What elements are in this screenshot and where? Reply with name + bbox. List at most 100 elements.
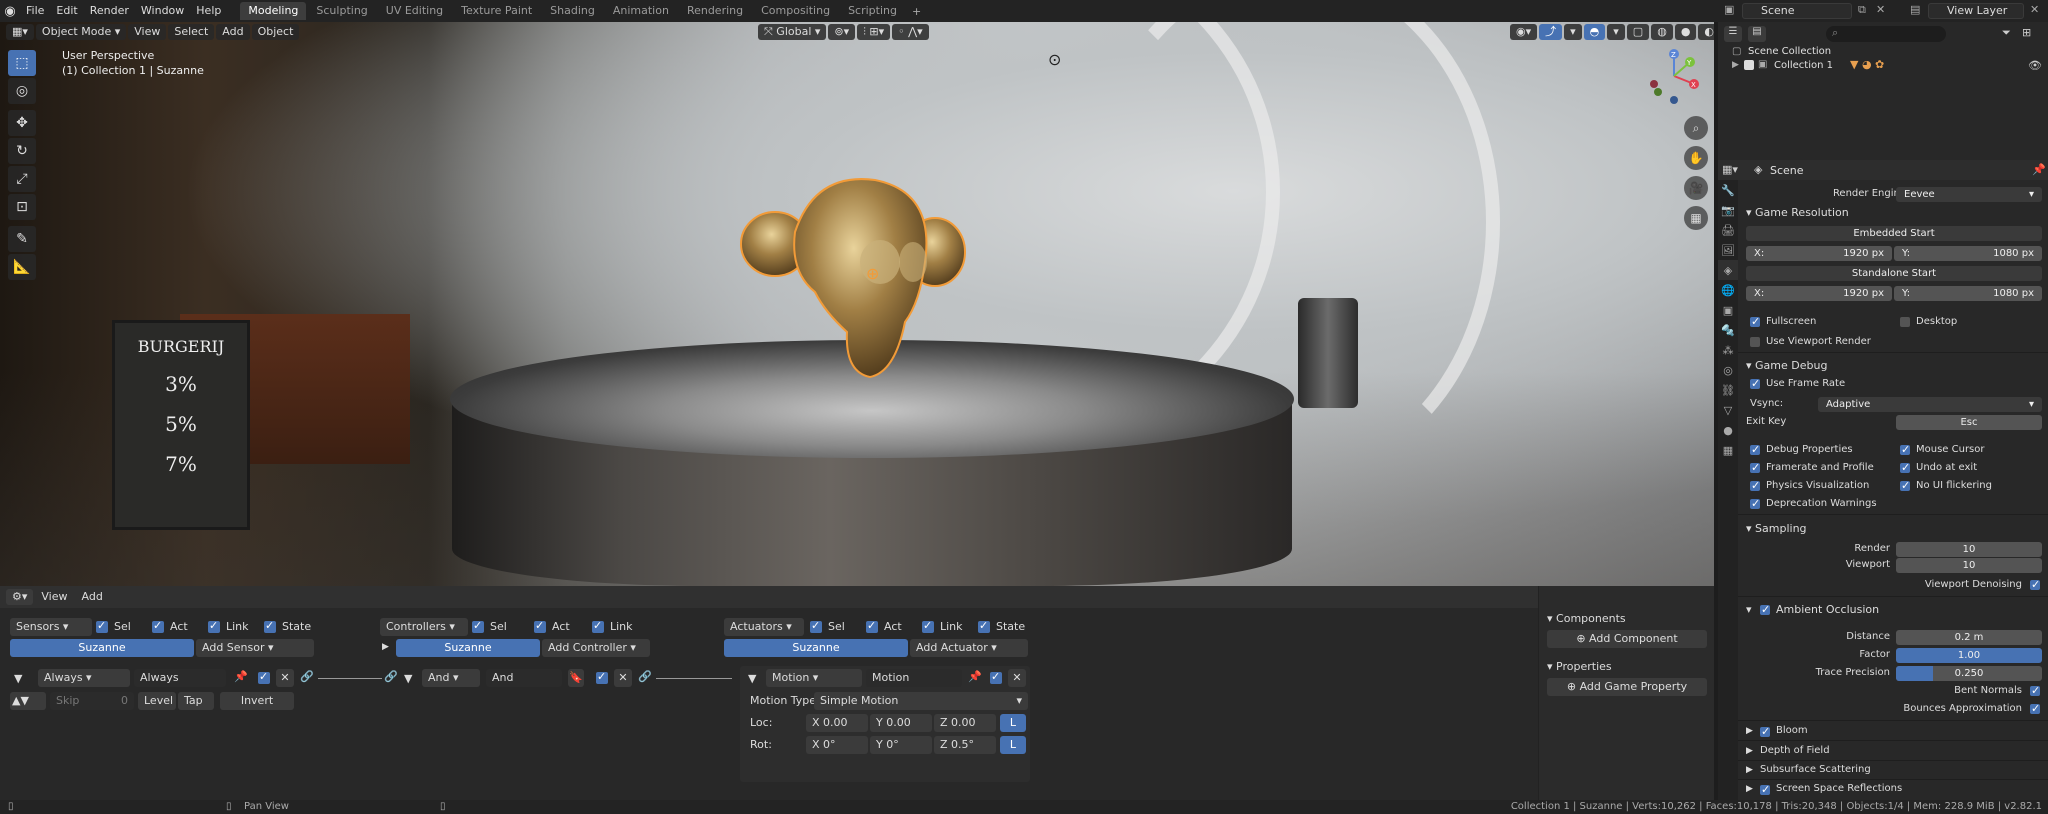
workspace-tab-sculpting[interactable]: Sculpting	[308, 2, 375, 20]
mouse-cursor-checkbox[interactable]	[1900, 443, 1910, 456]
suzanne-object[interactable]	[735, 172, 975, 382]
ambient-occlusion-checkbox[interactable]	[1760, 603, 1770, 616]
outliner-search-input[interactable]: ⌕	[1826, 26, 1946, 42]
add-game-property-button[interactable]: ⊕ Add Game Property	[1547, 678, 1707, 696]
pan-hand-icon[interactable]: ✋	[1684, 146, 1708, 170]
xray-toggle-icon[interactable]: ▢	[1626, 24, 1650, 40]
workspace-tab-modeling[interactable]: Modeling	[240, 2, 307, 20]
outliner-collection-1[interactable]: Collection 1	[1774, 60, 1833, 71]
bounces-approximation-checkbox[interactable]	[2030, 702, 2040, 715]
menu-render[interactable]: Render	[84, 0, 135, 22]
controller-name-field[interactable]: And	[486, 669, 562, 687]
logic-editor-type-icon[interactable]: ⚙▾	[6, 589, 34, 605]
controllers-sel-checkbox[interactable]	[472, 619, 484, 633]
loc-x-field[interactable]: X 0.00	[806, 714, 868, 732]
world-tab-icon[interactable]: 🌐	[1718, 280, 1738, 300]
embedded-start-button[interactable]: Embedded Start	[1746, 226, 2042, 241]
bloom-checkbox[interactable]	[1760, 725, 1770, 738]
cursor-tool-icon[interactable]: ◎	[8, 78, 36, 104]
bent-normals-checkbox[interactable]	[2030, 684, 2040, 697]
outliner-display-mode-icon[interactable]: ▤	[1748, 26, 1766, 42]
standalone-res-x-field[interactable]: X: 1920 px	[1746, 286, 1892, 301]
sensor-level-button[interactable]: Level	[138, 692, 176, 710]
remove-view-layer-icon[interactable]: ✕	[2030, 3, 2039, 16]
sensor-collapse-icon[interactable]: ▼	[14, 672, 22, 685]
overlays-dropdown-icon[interactable]: ▾	[1607, 24, 1625, 40]
workspace-tab-uv-editing[interactable]: UV Editing	[378, 2, 451, 20]
visibility-eye-icon[interactable]: 👁	[2028, 59, 2042, 72]
scene-selector[interactable]: Scene	[1742, 3, 1852, 19]
desktop-checkbox[interactable]	[1900, 317, 1910, 327]
data-tab-icon[interactable]: ▽	[1718, 400, 1738, 420]
perspective-toggle-icon[interactable]: ▦	[1684, 206, 1708, 230]
loc-y-field[interactable]: Y 0.00	[870, 714, 932, 732]
motion-type-dropdown[interactable]: Simple Motion ▾	[814, 692, 1028, 710]
rot-z-field[interactable]: Z 0.5°	[934, 736, 996, 754]
outliner-editor-type-icon[interactable]: ☰	[1724, 26, 1742, 42]
controllers-object-button[interactable]: Suzanne	[396, 639, 540, 657]
sensors-act-checkbox[interactable]	[152, 619, 164, 633]
loc-z-field[interactable]: Z 0.00	[934, 714, 996, 732]
viewport-menu-add[interactable]: Add	[216, 24, 250, 40]
actuators-act-checkbox[interactable]	[866, 619, 878, 633]
actuator-collapse-icon[interactable]: ▼	[748, 672, 756, 685]
zoom-icon[interactable]: ⌕	[1684, 116, 1708, 140]
actuators-state-checkbox[interactable]	[978, 619, 990, 633]
sampling-panel-header[interactable]: ▾ Sampling	[1746, 522, 1807, 535]
tool-tab-icon[interactable]: 🔧	[1718, 180, 1738, 200]
add-component-button[interactable]: ⊕ Add Component	[1547, 630, 1707, 648]
viewport-denoising-checkbox[interactable]	[2030, 578, 2040, 591]
game-properties-header[interactable]: ▾ Properties	[1547, 660, 1612, 673]
controllers-act-checkbox[interactable]	[534, 619, 546, 633]
debug-properties-checkbox[interactable]	[1750, 443, 1760, 456]
3d-cursor-icon[interactable]: ⊙	[1048, 50, 1061, 69]
actuators-link-checkbox[interactable]	[922, 619, 934, 633]
bloom-panel-header[interactable]: ▶	[1746, 726, 1753, 736]
viewport-samples-field[interactable]: 10	[1896, 558, 2042, 573]
sensor-skip-field[interactable]: Skip 0	[50, 692, 134, 710]
particles-tab-icon[interactable]: ⁂	[1718, 340, 1738, 360]
controller-remove-icon[interactable]: ✕	[614, 669, 632, 687]
workspace-tab-scripting[interactable]: Scripting	[840, 2, 905, 20]
viewport-menu-select[interactable]: Select	[168, 24, 215, 40]
object-tab-icon[interactable]: ▣	[1718, 300, 1738, 320]
sensor-active-checkbox[interactable]	[258, 670, 270, 684]
sensor-name-field[interactable]: Always	[134, 669, 226, 687]
ao-distance-field[interactable]: 0.2 m	[1896, 630, 2042, 645]
select-box-tool-icon[interactable]: ⬚	[8, 50, 36, 76]
menu-file[interactable]: File	[20, 0, 50, 22]
sensor-invert-button[interactable]: Invert	[220, 692, 294, 710]
view-layer-tab-icon[interactable]: 🖼	[1718, 240, 1738, 260]
scene-tab-icon[interactable]: ◈	[1718, 260, 1738, 280]
navigation-gizmo[interactable]: Z Y X	[1644, 46, 1704, 106]
controller-output-link-icon[interactable]: 🔗	[638, 670, 652, 683]
ssr-checkbox[interactable]	[1760, 783, 1770, 796]
solid-shading-icon[interactable]: ●	[1674, 24, 1697, 40]
framerate-profile-checkbox[interactable]	[1750, 461, 1760, 474]
ambient-occlusion-panel-header[interactable]: ▾	[1746, 603, 1752, 616]
collection-exclude-checkbox[interactable]	[1744, 60, 1754, 70]
outliner-scene-collection[interactable]: Scene Collection	[1748, 46, 1831, 57]
transform-orientation-selector[interactable]: ⤧ Global ▾	[758, 24, 827, 40]
controller-state-icon[interactable]: 🔖	[568, 669, 584, 687]
render-samples-field[interactable]: 10	[1896, 542, 2042, 557]
use-viewport-render-checkbox[interactable]	[1750, 337, 1760, 347]
controller-type-dropdown[interactable]: And ▾	[422, 669, 480, 687]
controller-active-checkbox[interactable]	[596, 670, 608, 684]
game-resolution-panel-header[interactable]: ▾ Game Resolution	[1746, 206, 1849, 219]
gizmo-dropdown-icon[interactable]: ▾	[1564, 24, 1582, 40]
overlays-toggle-icon[interactable]: ◓	[1583, 24, 1606, 40]
outliner-filter-icon[interactable]: ⏷	[2002, 26, 2011, 40]
ao-factor-field[interactable]: 1.00	[1896, 648, 2042, 663]
sensors-object-button[interactable]: Suzanne	[10, 639, 194, 657]
embedded-res-y-field[interactable]: Y: 1080 px	[1894, 246, 2042, 261]
proportional-editing-icon[interactable]: ◦ ⋀▾	[892, 24, 929, 40]
actuator-active-checkbox[interactable]	[990, 670, 1002, 684]
rot-x-field[interactable]: X 0°	[806, 736, 868, 754]
scale-tool-icon[interactable]: ⤢	[8, 166, 36, 192]
actuators-object-button[interactable]: Suzanne	[724, 639, 908, 657]
editor-type-icon[interactable]: ▦▾	[6, 24, 34, 40]
rot-local-toggle[interactable]: L	[1000, 736, 1026, 754]
new-scene-icon[interactable]: ⧉	[1858, 3, 1866, 17]
viewport-menu-view[interactable]: View	[128, 24, 167, 40]
